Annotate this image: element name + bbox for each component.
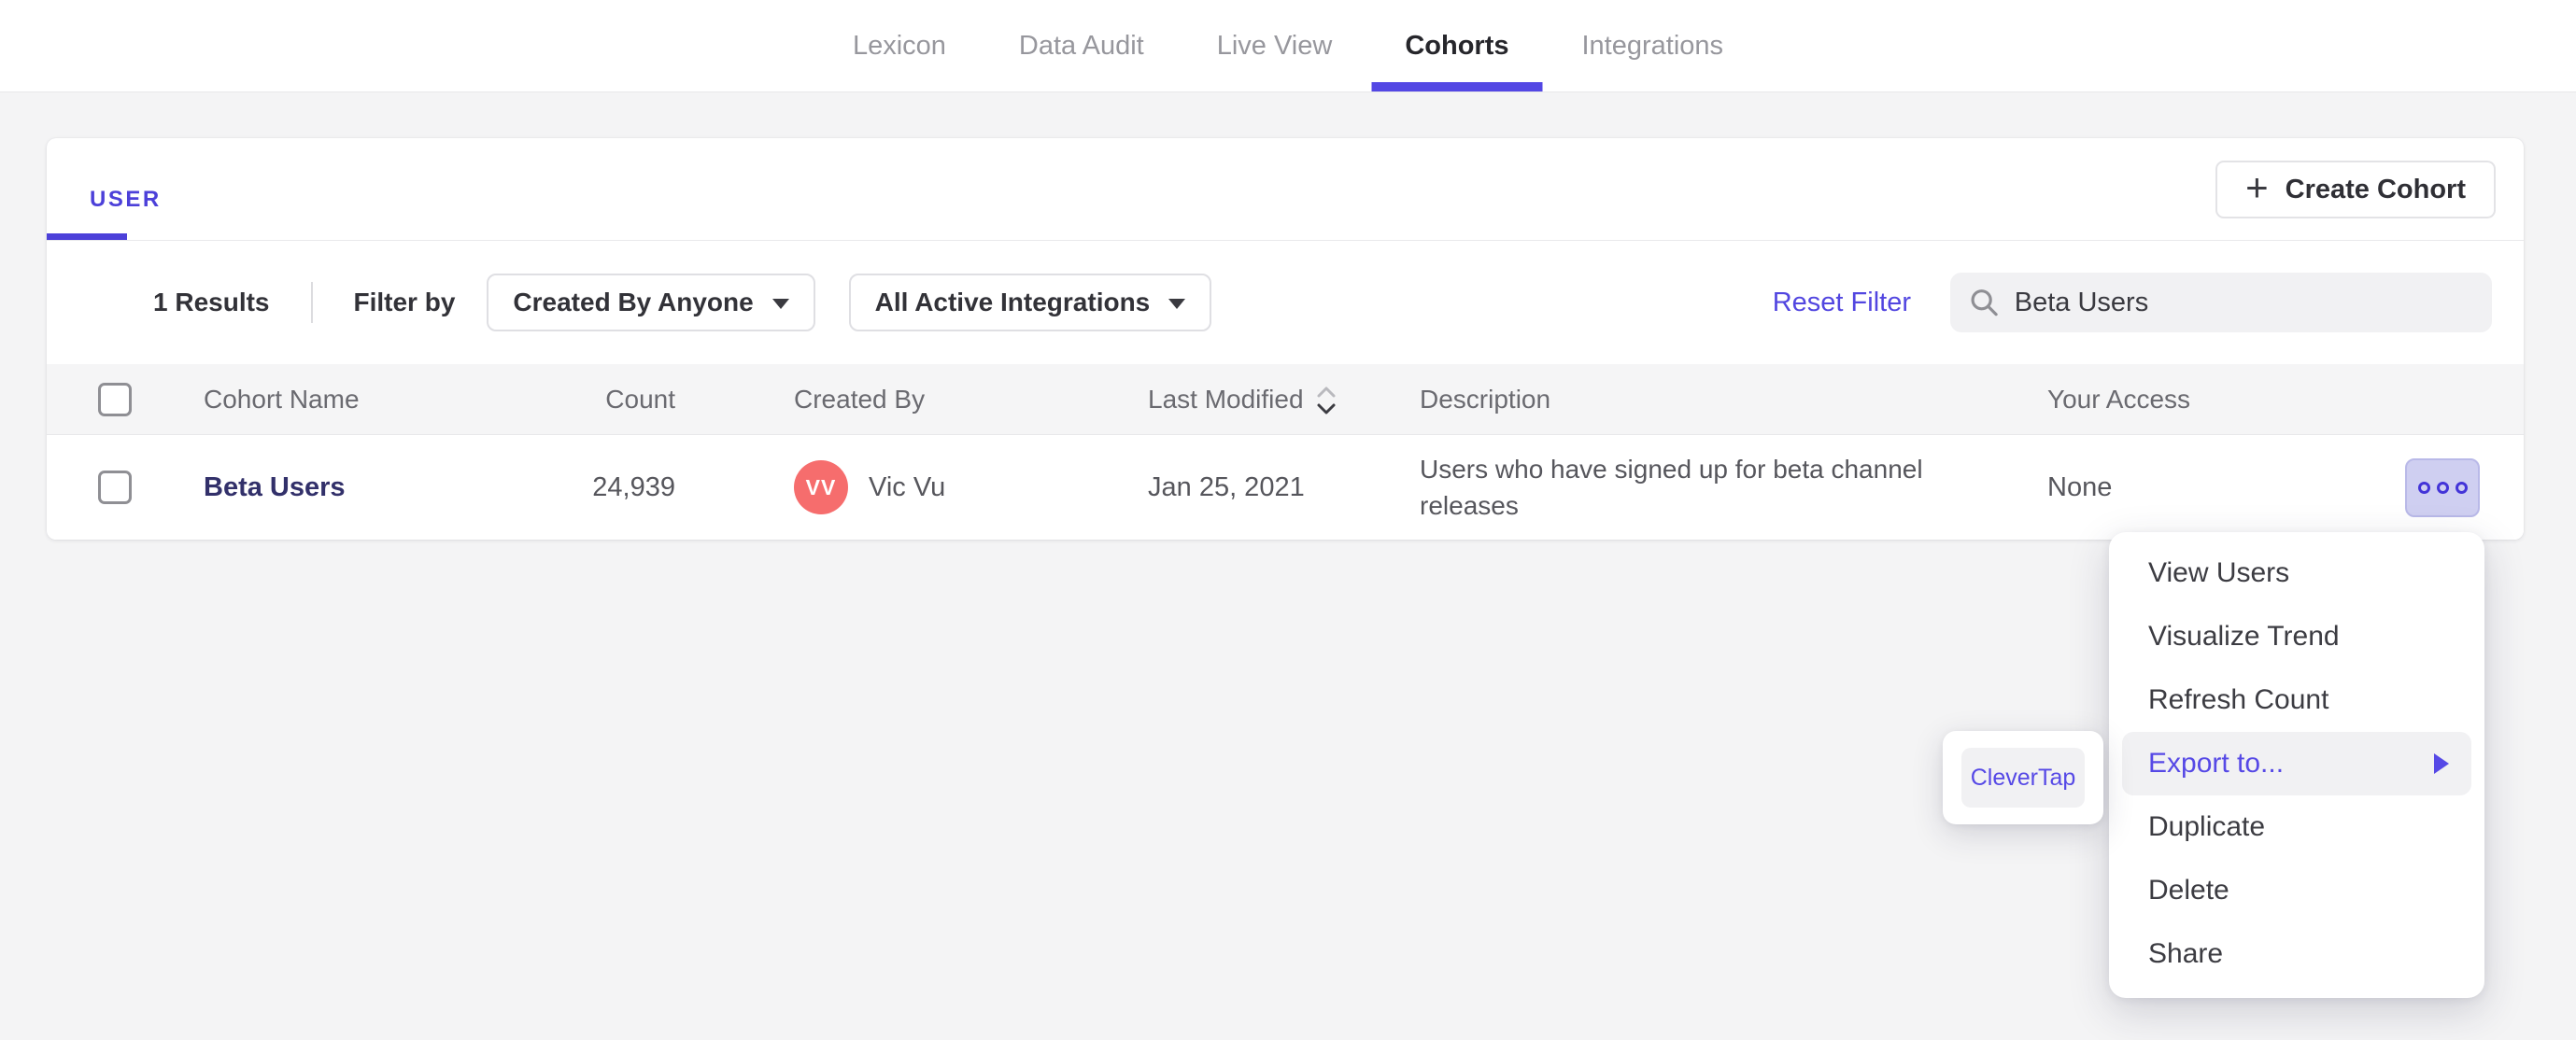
- integrations-dropdown[interactable]: All Active Integrations: [848, 274, 1212, 331]
- header-checkbox-cell: [47, 382, 204, 416]
- search-box: [1950, 273, 2492, 332]
- caret-down-icon: [771, 299, 789, 309]
- menu-item-export-to[interactable]: Export to...: [2122, 732, 2471, 795]
- your-access-value: None: [2047, 471, 2113, 502]
- active-tab-underline: [1371, 82, 1543, 91]
- menu-item-visualize-trend[interactable]: Visualize Trend: [2109, 605, 2484, 668]
- cohort-description: Users who have signed up for beta channe…: [1420, 455, 1923, 520]
- create-cohort-button[interactable]: + Create Cohort: [2215, 161, 2496, 218]
- cohort-type-tabs: USER + Create Cohort: [47, 138, 2524, 241]
- menu-item-duplicate[interactable]: Duplicate: [2109, 795, 2484, 859]
- avatar: VV: [794, 460, 848, 514]
- column-header-last-modified[interactable]: Last Modified: [1148, 382, 1420, 417]
- nav-tab-lexicon[interactable]: Lexicon: [816, 0, 983, 91]
- nav-tab-integrations[interactable]: Integrations: [1546, 0, 1761, 91]
- last-modified-value: Jan 25, 2021: [1148, 471, 1305, 502]
- created-by-dropdown-value: Created By Anyone: [513, 288, 754, 316]
- select-all-checkbox[interactable]: [98, 382, 132, 416]
- user-tab-underline: [47, 233, 127, 240]
- more-icon: [2417, 481, 2430, 494]
- reset-filter-link[interactable]: Reset Filter: [1773, 288, 1911, 318]
- cohort-count: 24,939: [592, 471, 675, 502]
- search-input[interactable]: [2014, 287, 2473, 318]
- more-icon: [2436, 481, 2449, 494]
- vertical-divider: [310, 282, 313, 323]
- nav-tab-label: Cohorts: [1405, 30, 1509, 61]
- nav-tab-data-audit[interactable]: Data Audit: [983, 0, 1181, 91]
- nav-tab-cohorts[interactable]: Cohorts: [1368, 0, 1545, 91]
- created-by-cell: VV Vic Vu: [675, 460, 1148, 514]
- export-submenu: CleverTap: [1943, 731, 2103, 824]
- column-header-your-access: Your Access: [2047, 384, 2191, 414]
- submenu-arrow-icon: [2434, 753, 2449, 774]
- created-by-dropdown[interactable]: Created By Anyone: [487, 274, 815, 331]
- more-icon: [2455, 481, 2468, 494]
- table-row: Beta Users 24,939 VV Vic Vu Jan 25, 2021…: [47, 435, 2524, 540]
- column-header-count: Count: [605, 384, 675, 414]
- cohorts-card: USER + Create Cohort 1 Results Filter by…: [47, 138, 2524, 540]
- created-by-header-label: Created By: [794, 384, 926, 414]
- column-header-description: Description: [1420, 384, 1551, 414]
- nav-tab-label: Data Audit: [1018, 30, 1144, 61]
- row-context-menu: View Users Visualize Trend Refresh Count…: [2109, 532, 2484, 998]
- cohorts-page: Lexicon Data Audit Live View Cohorts Int…: [0, 0, 2576, 1040]
- more-actions-button[interactable]: [2405, 457, 2480, 517]
- top-navigation: Lexicon Data Audit Live View Cohorts Int…: [0, 0, 2576, 92]
- sort-icon[interactable]: [1315, 384, 1338, 417]
- nav-tab-label: Integrations: [1581, 30, 1724, 61]
- create-cohort-label: Create Cohort: [2285, 174, 2466, 204]
- menu-item-refresh-count[interactable]: Refresh Count: [2109, 668, 2484, 732]
- nav-tab-label: Live View: [1216, 30, 1333, 61]
- results-count: 1 Results: [153, 288, 270, 316]
- filter-bar: 1 Results Filter by Created By Anyone Al…: [47, 241, 2524, 364]
- menu-item-view-users[interactable]: View Users: [2109, 541, 2484, 605]
- tab-user[interactable]: USER: [90, 187, 162, 213]
- submenu-item-clevertap[interactable]: CleverTap: [1961, 748, 2085, 808]
- row-actions-cell: [2393, 457, 2524, 517]
- nav-tab-live-view[interactable]: Live View: [1181, 0, 1369, 91]
- row-checkbox[interactable]: [98, 471, 132, 504]
- caret-down-icon: [1168, 299, 1186, 309]
- column-header-cohort-name: Cohort Name: [204, 384, 360, 414]
- integrations-dropdown-value: All Active Integrations: [874, 288, 1151, 316]
- row-checkbox-cell: [47, 471, 204, 504]
- search-icon: [1971, 289, 1998, 316]
- cohort-name-link[interactable]: Beta Users: [204, 472, 346, 502]
- filter-by-label: Filter by: [353, 288, 456, 316]
- created-by-name: Vic Vu: [869, 471, 946, 502]
- column-header-created-by: Created By: [675, 385, 1148, 415]
- table-header-row: Cohort Name Count Created By Last Modifi…: [47, 364, 2524, 435]
- export-to-label: Export to...: [2148, 748, 2285, 779]
- menu-item-delete[interactable]: Delete: [2109, 859, 2484, 922]
- nav-tab-label: Lexicon: [852, 30, 946, 61]
- menu-item-share[interactable]: Share: [2109, 922, 2484, 986]
- last-modified-header-label: Last Modified: [1148, 384, 1304, 414]
